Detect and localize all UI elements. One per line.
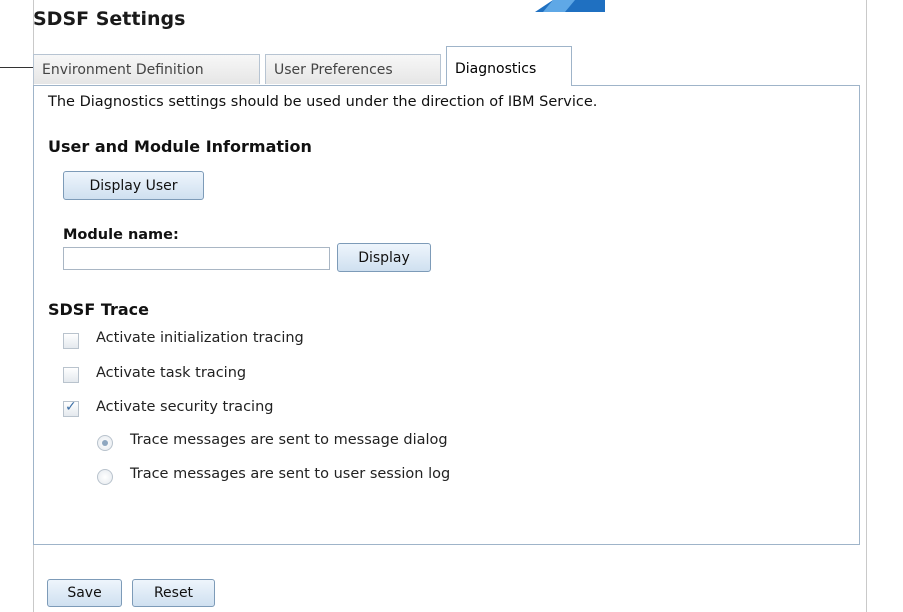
task-tracing-checkbox[interactable] [63, 367, 79, 383]
ibm-logo-fragment [535, 0, 605, 12]
tab-user-preferences[interactable]: User Preferences [265, 54, 441, 84]
user-session-log-radio[interactable] [97, 469, 113, 485]
module-name-input[interactable] [63, 247, 330, 270]
tab-environment-definition[interactable]: Environment Definition [33, 54, 260, 84]
sdsf-trace-heading: SDSF Trace [48, 300, 150, 319]
display-module-button[interactable]: Display [337, 243, 431, 272]
callout-line [0, 67, 34, 68]
display-user-button[interactable]: Display User [63, 171, 204, 200]
check-mark-icon: ✓ [65, 399, 77, 415]
initialization-tracing-label: Activate initialization tracing [96, 330, 304, 346]
radio-selected-dot-icon [102, 440, 108, 446]
user-module-heading: User and Module Information [48, 137, 312, 156]
tab-diagnostics[interactable]: Diagnostics [446, 46, 572, 86]
module-name-label: Module name: [63, 227, 179, 243]
task-tracing-label: Activate task tracing [96, 365, 247, 381]
message-dialog-radio[interactable] [97, 435, 113, 451]
diagnostics-note: The Diagnostics settings should be used … [48, 94, 598, 110]
security-tracing-label: Activate security tracing [96, 399, 274, 415]
reset-button[interactable]: Reset [132, 579, 215, 607]
initialization-tracing-checkbox[interactable] [63, 333, 79, 349]
message-dialog-label: Trace messages are sent to message dialo… [130, 432, 448, 448]
save-button[interactable]: Save [47, 579, 122, 607]
diagnostics-panel: The Diagnostics settings should be used … [33, 85, 860, 545]
dialog-title: SDSF Settings [33, 8, 186, 30]
user-session-log-label: Trace messages are sent to user session … [130, 466, 451, 482]
window-frame-right [866, 0, 867, 612]
security-tracing-checkbox[interactable]: ✓ [63, 399, 79, 417]
